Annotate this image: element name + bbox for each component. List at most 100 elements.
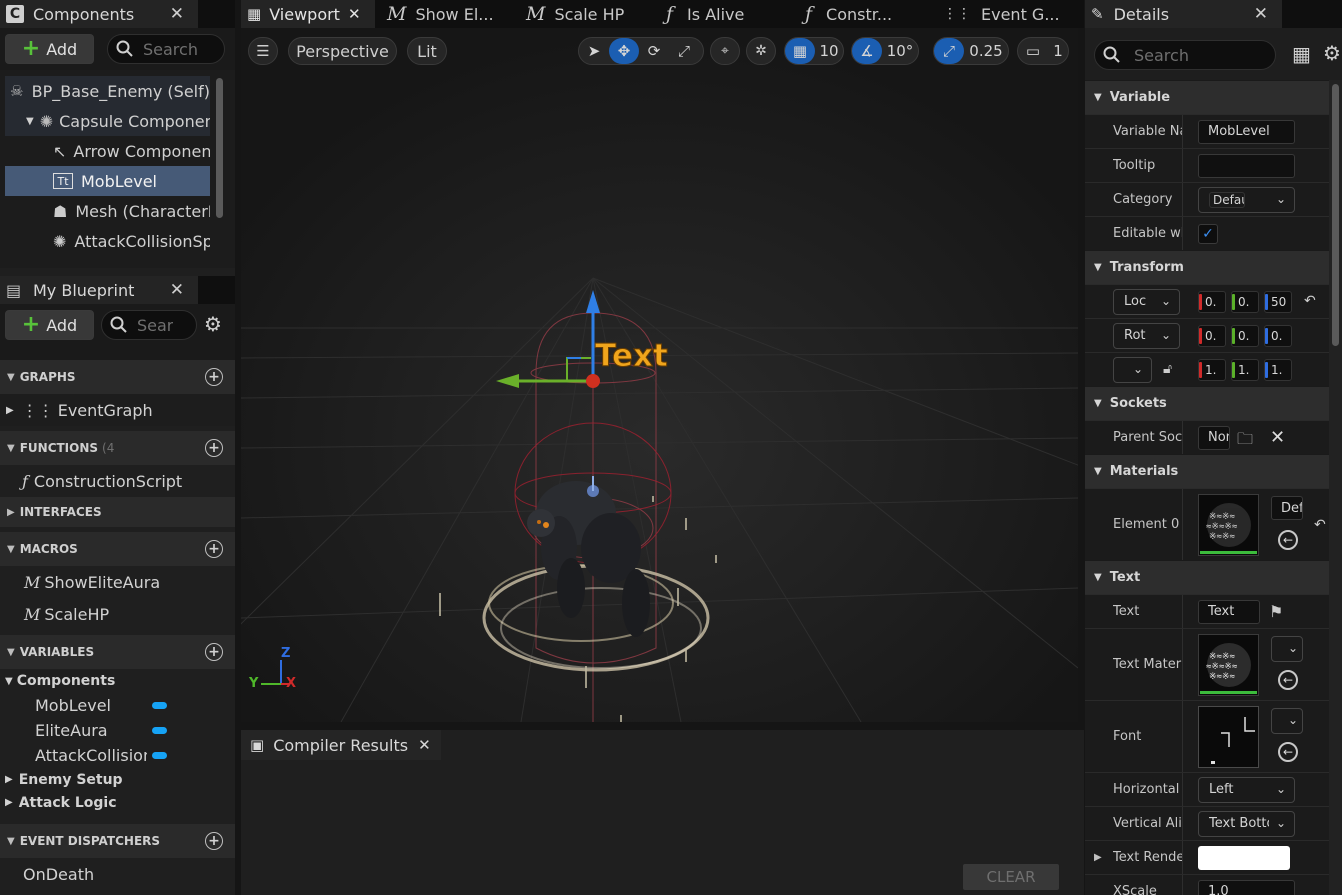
material-thumbnail[interactable]: ※≈※≈ ≈※≈※≈ ※≈※≈ — [1198, 494, 1259, 556]
horizontal-alignment-dropdown[interactable]: Left ⌄ — [1198, 776, 1295, 803]
tree-item-mesh[interactable]: ☗ Mesh (CharacterMesh0) — [5, 196, 210, 226]
scale-tool-icon[interactable]: ⤢ — [669, 38, 699, 64]
rotate-tool-icon[interactable]: ⟳ — [639, 38, 669, 64]
editable-checkbox[interactable]: ✓ — [1198, 224, 1218, 244]
rotation-y-field[interactable]: 0. — [1231, 324, 1259, 347]
text-material-thumbnail[interactable]: ※≈※≈ ≈※≈※≈ ※≈※≈ — [1198, 634, 1259, 696]
dispatcher-item-ondeath[interactable]: OnDeath — [0, 858, 235, 890]
tooltip-field[interactable] — [1198, 153, 1295, 178]
rotation-snap-value[interactable]: 10° — [882, 38, 918, 64]
add-variable-icon[interactable]: + — [205, 643, 223, 661]
tree-item-self[interactable]: ☠ BP_Base_Enemy (Self) — [5, 76, 210, 106]
location-y-field[interactable]: 0. — [1231, 290, 1259, 313]
scale-snap-group[interactable]: ⤢ 0.25 — [933, 37, 1009, 65]
components-search-input[interactable]: Search — [107, 34, 225, 64]
blueprint-search-input[interactable]: Search — [101, 310, 197, 340]
vargroup-components[interactable]: ▼ Components — [0, 669, 235, 693]
tab-components[interactable]: C Components ✕ — [0, 0, 198, 28]
text-material-dropdown[interactable]: ⌄ — [1271, 636, 1303, 662]
rotation-x-field[interactable]: 0. — [1198, 324, 1226, 347]
tree-item-capsule[interactable]: ▼ ✺ Capsule Component — [5, 106, 210, 136]
text-value-field[interactable]: Text — [1198, 599, 1260, 624]
gizmo-text-render[interactable]: Text — [595, 338, 669, 375]
reset-arrow-icon[interactable]: ↶ — [1314, 517, 1326, 533]
section-macros[interactable]: ▼ MACROS + — [0, 532, 235, 566]
text-render-color-swatch[interactable] — [1198, 846, 1290, 870]
graph-item-eventgraph[interactable]: ▶ ⋮⋮ EventGraph — [0, 394, 235, 426]
close-icon[interactable]: ✕ — [170, 4, 184, 24]
tree-item-arrow[interactable]: ↖ Arrow Component — [5, 136, 210, 166]
scale-z-field[interactable]: 1. — [1264, 358, 1292, 381]
variable-item-attackcollision[interactable]: AttackCollision — [0, 743, 235, 768]
surface-snap-toggle[interactable]: ✲ — [746, 37, 776, 65]
camera-speed-value[interactable]: 1 — [1048, 38, 1068, 64]
tab-event-graph[interactable]: ⋮⋮ Event G... — [943, 0, 1060, 28]
font-thumbnail[interactable] — [1198, 706, 1259, 768]
settings-gear-icon[interactable]: ⚙ — [204, 312, 222, 336]
xscale-field[interactable]: 1.0 — [1198, 879, 1295, 895]
grid-snap-group[interactable]: ▦ 10 — [784, 37, 844, 65]
tab-construction[interactable]: ƒ Constr... — [805, 0, 892, 28]
details-search-input[interactable]: Search — [1094, 40, 1276, 70]
tree-item-moblevel[interactable]: Tt MobLevel — [5, 166, 210, 196]
scale-y-field[interactable]: 1. — [1231, 358, 1259, 381]
add-member-button[interactable]: + Add — [5, 310, 94, 340]
select-tool-icon[interactable]: ➤ — [579, 38, 609, 64]
tree-scrollbar[interactable] — [216, 78, 223, 218]
localization-flag-icon[interactable]: ⚑ — [1269, 602, 1283, 621]
variable-item-moblevel[interactable]: MobLevel — [0, 693, 235, 718]
property-matrix-icon[interactable]: ▦ — [1292, 42, 1311, 66]
font-dropdown[interactable]: ⌄ — [1271, 708, 1303, 734]
camera-icon[interactable]: ▭ — [1018, 38, 1048, 64]
settings-gear-icon[interactable]: ⚙ — [1323, 41, 1341, 65]
add-graph-icon[interactable]: + — [205, 368, 223, 386]
vertical-alignment-dropdown[interactable]: Text Bottom ⌄ — [1198, 810, 1295, 837]
location-z-field[interactable]: 50 — [1264, 290, 1292, 313]
close-icon[interactable]: ✕ — [1254, 4, 1268, 24]
section-interfaces[interactable]: ▶ INTERFACES — [0, 497, 235, 527]
clear-x-icon[interactable]: ✕ — [1270, 427, 1285, 448]
material-asset-field[interactable]: Default — [1271, 496, 1303, 520]
tab-is-alive[interactable]: ƒ Is Alive — [666, 0, 744, 28]
close-icon[interactable]: ✕ — [418, 736, 431, 754]
expand-arrow-icon[interactable]: ▶ — [1094, 852, 1102, 863]
section-variables[interactable]: ▼ VARIABLES + — [0, 635, 235, 669]
tab-scale-hp[interactable]: M Scale HP — [526, 0, 624, 28]
camera-speed-group[interactable]: ▭ 1 — [1017, 37, 1069, 65]
close-icon[interactable]: ✕ — [348, 5, 361, 23]
location-mode-dropdown[interactable]: Loc ⌄ — [1113, 288, 1180, 315]
details-scrollbar[interactable] — [1332, 84, 1339, 346]
section-variable[interactable]: ▼ Variable — [1085, 80, 1329, 114]
lock-icon[interactable]: 🔓︎ — [1163, 361, 1172, 377]
reset-arrow-icon[interactable]: ↶ — [1304, 293, 1316, 309]
view-mode-button[interactable]: Perspective — [288, 37, 397, 65]
clear-button[interactable]: CLEAR — [963, 864, 1059, 890]
section-text[interactable]: ▼ Text — [1085, 560, 1329, 594]
add-function-icon[interactable]: + — [205, 439, 223, 457]
tab-viewport[interactable]: ▦ Viewport ✕ — [241, 0, 375, 28]
use-selected-icon[interactable]: ← — [1278, 670, 1298, 690]
tab-details[interactable]: ✎ Details ✕ — [1085, 0, 1282, 28]
section-event-dispatchers[interactable]: ▼ EVENT DISPATCHERS + — [0, 824, 235, 858]
viewport-options-button[interactable]: ☰ — [248, 37, 278, 65]
section-sockets[interactable]: ▼ Sockets — [1085, 386, 1329, 420]
section-materials[interactable]: ▼ Materials — [1085, 454, 1329, 488]
translate-tool-icon[interactable]: ✥ — [609, 38, 639, 64]
tab-my-blueprint[interactable]: ▤ My Blueprint ✕ — [0, 276, 198, 304]
add-component-button[interactable]: + Add — [5, 34, 94, 64]
scale-x-field[interactable]: 1. — [1198, 358, 1226, 381]
parent-socket-field[interactable]: None — [1198, 425, 1230, 450]
tab-show-elite-aura[interactable]: M Show El... — [387, 0, 494, 28]
scale-snap-icon[interactable]: ⤢ — [934, 38, 964, 64]
function-item-construction[interactable]: ƒ ConstructionScript — [0, 465, 235, 497]
rotation-snap-group[interactable]: ∡ 10° — [851, 37, 919, 65]
scale-mode-dropdown[interactable]: ⌄ — [1113, 356, 1152, 383]
add-dispatcher-icon[interactable]: + — [205, 832, 223, 850]
category-dropdown[interactable]: Default ⌄ — [1198, 186, 1295, 213]
rotation-snap-icon[interactable]: ∡ — [852, 38, 882, 64]
add-macro-icon[interactable]: + — [205, 540, 223, 558]
grid-snap-icon[interactable]: ▦ — [785, 38, 815, 64]
world-local-toggle[interactable]: ⌖ — [710, 37, 740, 65]
section-transform[interactable]: ▼ Transform — [1085, 250, 1329, 284]
section-graphs[interactable]: ▼ GRAPHS + — [0, 360, 235, 394]
